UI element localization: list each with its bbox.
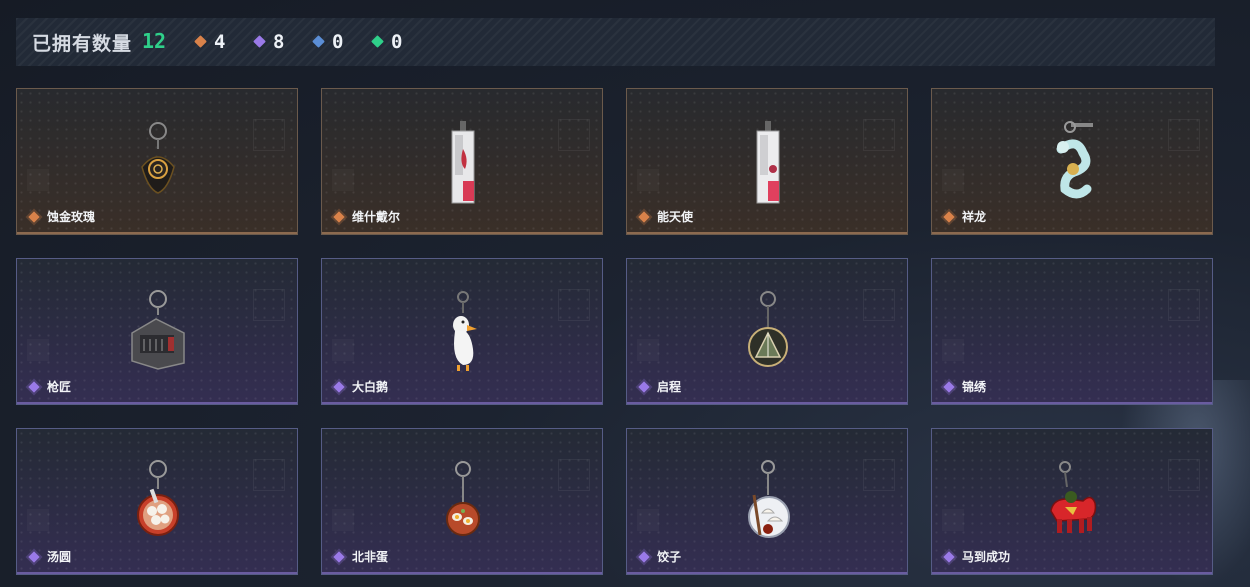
charm-card[interactable]: 马到成功: [931, 428, 1213, 575]
charm-name: 祥龙: [962, 210, 987, 224]
charm-card[interactable]: 祥龙: [931, 88, 1213, 235]
purple-diamond-icon: [253, 35, 267, 49]
dumpling-plate-charm-icon: [748, 460, 790, 538]
owned-label: 已拥有数量: [32, 33, 133, 55]
black-rose-charm-icon: [141, 122, 175, 194]
rarity-orange-icon: [28, 210, 40, 223]
tag-charm-icon: [451, 121, 475, 204]
green-count-value: 0: [391, 31, 403, 53]
charm-card[interactable]: 饺子: [626, 428, 908, 575]
green-diamond-icon: [371, 35, 385, 49]
rarity-purple-icon: [28, 380, 40, 393]
red-horse-charm-icon: [1050, 461, 1097, 533]
rarity-purple-icon: [638, 380, 650, 393]
tag-charm-icon: [756, 121, 780, 204]
rarity-orange-icon: [638, 210, 650, 223]
charm-card[interactable]: 蚀金玫瑰: [16, 88, 298, 235]
medallion-charm-icon: [748, 291, 788, 367]
charm-name: 大白鹅: [352, 380, 389, 394]
charm-name: 锦绣: [962, 380, 987, 394]
charm-name: 启程: [657, 380, 682, 394]
rarity-orange-icon: [333, 210, 345, 223]
blue-diamond-icon: [312, 35, 326, 49]
rarity-purple-icon: [943, 380, 955, 393]
charm-card[interactable]: 枪匠: [16, 258, 298, 405]
charm-name: 蚀金玫瑰: [47, 210, 96, 224]
charm-card[interactable]: 锦绣: [931, 258, 1213, 405]
green-count: 0: [371, 31, 402, 53]
rarity-purple-icon: [333, 380, 345, 393]
charm-name: 枪匠: [47, 380, 72, 394]
charm-name: 能天使: [657, 210, 694, 224]
gunsmith-charm-icon: [131, 290, 185, 370]
blue-count: 0: [312, 31, 343, 53]
charm-name: 马到成功: [962, 550, 1011, 564]
orange-diamond-icon: [194, 35, 208, 49]
rarity-orange-icon: [943, 210, 955, 223]
rarity-purple-icon: [638, 550, 650, 563]
rarity-purple-icon: [333, 550, 345, 563]
charm-name: 饺子: [657, 550, 682, 564]
goose-charm-icon: [453, 291, 477, 371]
blue-count-value: 0: [332, 31, 344, 53]
shakshuka-charm-icon: [446, 461, 480, 536]
orange-count-value: 4: [214, 31, 226, 53]
rarity-purple-icon: [28, 550, 40, 563]
tangyuan-bowl-charm-icon: [137, 460, 179, 536]
charm-card[interactable]: 维什戴尔: [321, 88, 603, 235]
charm-card[interactable]: 能天使: [626, 88, 908, 235]
purple-count: 8: [253, 31, 284, 53]
owned-count: 12: [142, 29, 167, 53]
charm-name: 维什戴尔: [352, 210, 401, 224]
dragon-charm-icon: [1056, 121, 1093, 199]
charm-card[interactable]: 汤圆: [16, 428, 298, 575]
owned-summary-bar: 已拥有数量 12 4 8 0 0: [16, 18, 1215, 66]
charm-card[interactable]: 启程: [626, 258, 908, 405]
charm-name: 北非蛋: [352, 550, 389, 564]
charm-name: 汤圆: [47, 550, 72, 564]
rarity-purple-icon: [943, 550, 955, 563]
orange-count: 4: [194, 31, 225, 53]
charm-card[interactable]: 大白鹅: [321, 258, 603, 405]
charm-card[interactable]: 北非蛋: [321, 428, 603, 575]
purple-count-value: 8: [273, 31, 285, 53]
